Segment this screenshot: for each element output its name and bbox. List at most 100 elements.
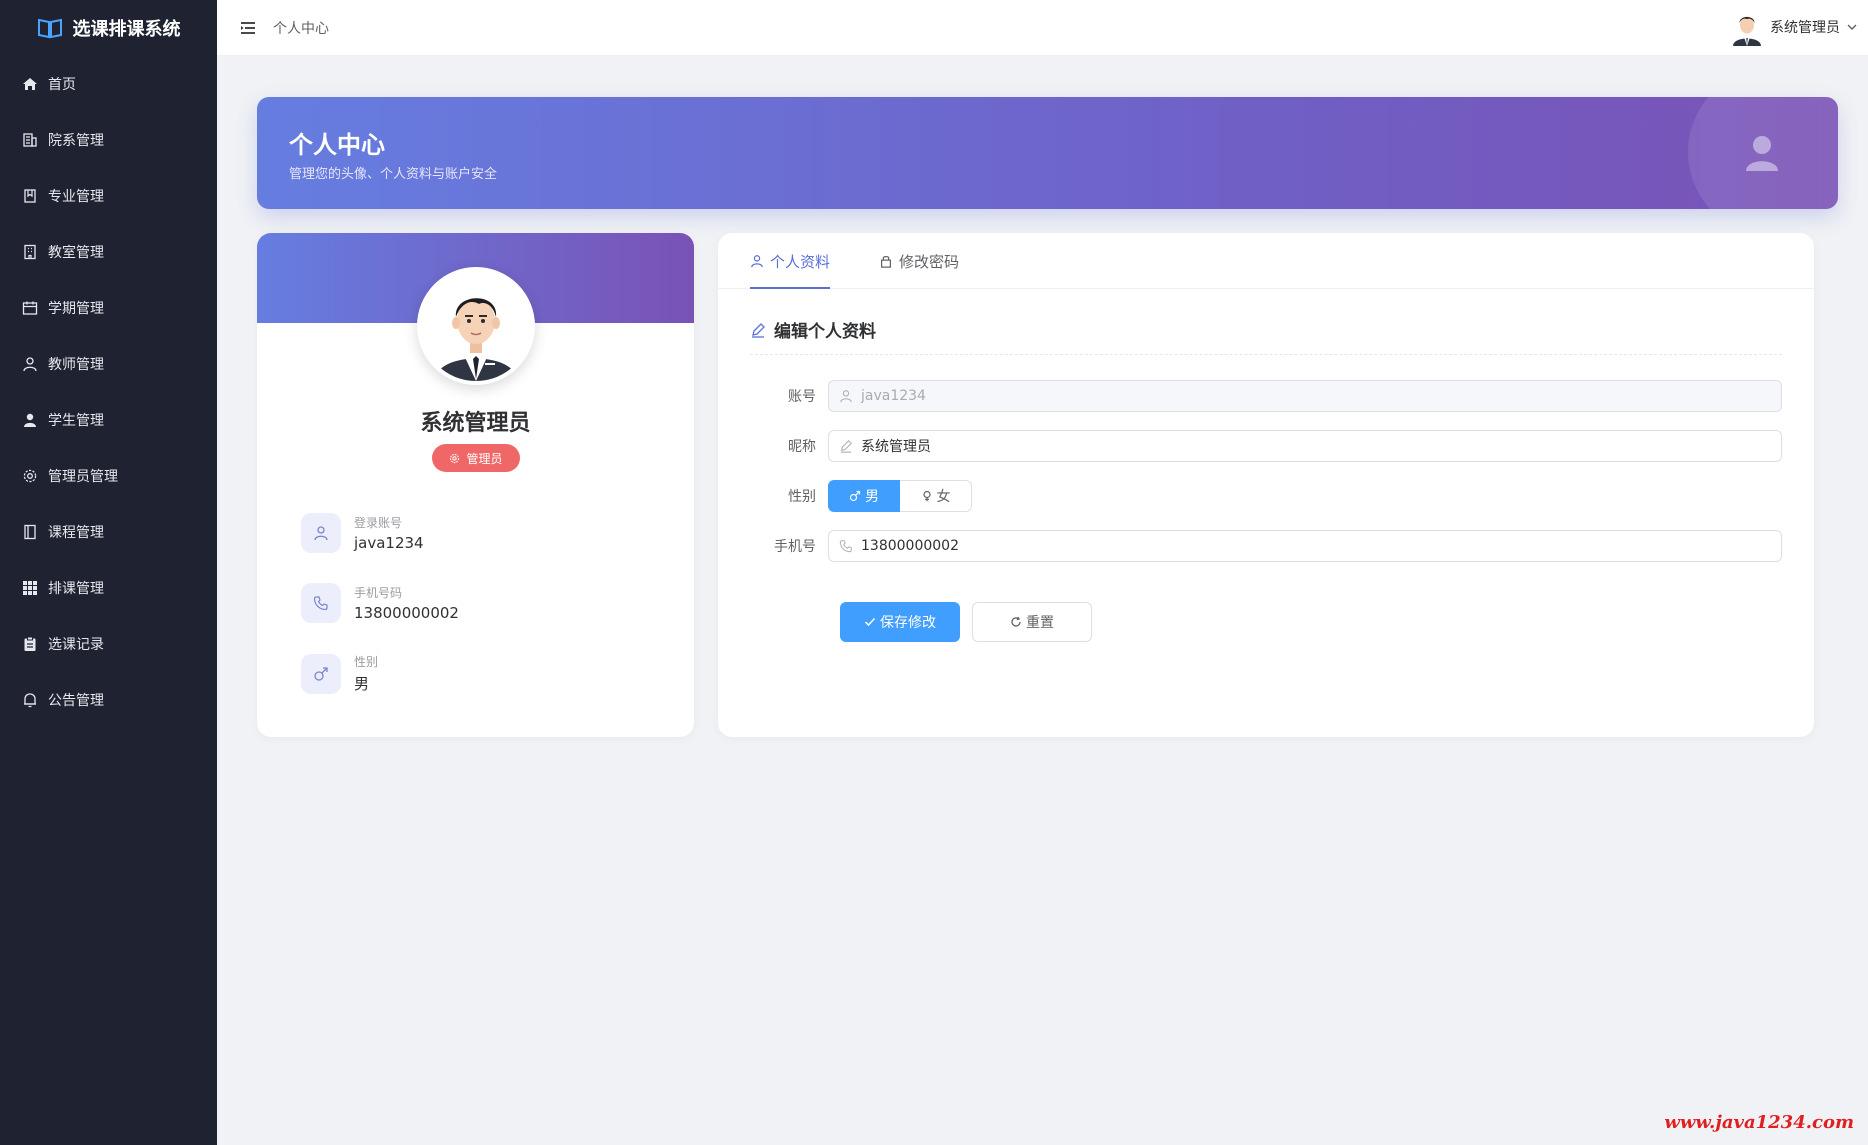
male-icon (849, 490, 861, 502)
profile-card: 系统管理员 管理员 登录账号 java1234 手机号码 13800000002 (257, 233, 694, 737)
gender-label: 性别 (788, 489, 816, 505)
bookmark-icon (24, 189, 36, 203)
sidebar-item-label: 首页 (48, 77, 76, 93)
profile-form-card: 个人资料 修改密码 编辑个人资料 账号 java1234 昵称 系统管理员 性别… (718, 233, 1814, 737)
page-banner: 个人中心 管理您的头像、个人资料与账户安全 (257, 97, 1838, 209)
user-outline-icon (23, 357, 37, 372)
sidebar-item-label: 学期管理 (48, 301, 104, 317)
sidebar-item-label: 管理员管理 (48, 469, 118, 485)
user-dropdown[interactable]: 系统管理员 (1730, 8, 1858, 46)
user-icon (751, 255, 763, 268)
sidebar-item-majors[interactable]: 专业管理 (0, 168, 217, 224)
info-label: 性别 (354, 655, 379, 669)
tabs: 个人资料 修改密码 (718, 233, 1814, 289)
nickname-field[interactable]: 系统管理员 (828, 430, 1782, 462)
section-divider (750, 354, 1782, 355)
form-row-account: 账号 java1234 (750, 380, 1782, 412)
sidebar-item-announcements[interactable]: 公告管理 (0, 672, 217, 728)
sidebar-item-label: 公告管理 (48, 693, 104, 709)
profile-avatar[interactable] (417, 267, 535, 385)
sidebar-item-label: 教师管理 (48, 357, 104, 373)
user-name: 系统管理员 (1770, 20, 1840, 36)
sidebar-item-teachers[interactable]: 教师管理 (0, 336, 217, 392)
info-label: 登录账号 (354, 516, 403, 530)
sidebar-item-admins[interactable]: 管理员管理 (0, 448, 217, 504)
app-logo[interactable]: 选课排课系统 (0, 0, 217, 56)
home-icon (23, 78, 37, 90)
top-header: 个人中心 系统管理员 (217, 0, 1868, 56)
sidebar-item-label: 院系管理 (48, 133, 104, 149)
form-row-phone: 手机号 13800000002 (750, 530, 1782, 562)
refresh-icon (1011, 616, 1021, 627)
sidebar-item-label: 学生管理 (48, 413, 104, 429)
info-icon-box (301, 513, 341, 553)
reset-button-label: 重置 (1026, 615, 1054, 631)
check-icon (864, 617, 876, 627)
watermark: www.java1234.com (1664, 1112, 1854, 1133)
sidebar-item-label: 选课记录 (48, 637, 104, 653)
sidebar-item-scheduling[interactable]: 排课管理 (0, 560, 217, 616)
sidebar-item-label: 教室管理 (48, 245, 104, 261)
gear-icon (23, 469, 37, 483)
user-icon (840, 390, 852, 403)
info-value: 13800000002 (354, 604, 459, 622)
sidebar-item-label: 排课管理 (48, 581, 104, 597)
app-root: 选课排课系统 首页 院系管理 专业管理 教室管理 学期管理 教师管理 学生管理 … (0, 0, 1868, 1145)
user-filled-icon (24, 413, 36, 427)
lock-icon (881, 256, 891, 268)
gear-icon (450, 453, 460, 463)
sidebar-item-home[interactable]: 首页 (0, 56, 217, 112)
gender-male-label: 男 (865, 489, 879, 505)
male-icon (314, 666, 328, 681)
building-icon (23, 133, 37, 147)
account-value: java1234 (861, 388, 926, 404)
calendar-icon (22, 301, 38, 315)
sidebar-item-courses[interactable]: 课程管理 (0, 504, 217, 560)
sidebar-menu: 首页 院系管理 专业管理 教室管理 学期管理 教师管理 学生管理 管理员管理 课… (0, 56, 217, 728)
notebook-icon (24, 524, 36, 540)
form-row-nickname: 昵称 系统管理员 (750, 430, 1782, 462)
chevron-down-icon (1847, 24, 1857, 30)
avatar (1730, 8, 1764, 46)
info-label: 手机号码 (354, 586, 403, 600)
phone-icon (313, 596, 328, 611)
app-title: 选课排课系统 (72, 19, 181, 40)
profile-name: 系统管理员 (420, 411, 531, 436)
phone-value: 13800000002 (861, 538, 959, 554)
office-icon (24, 244, 36, 260)
phone-field[interactable]: 13800000002 (828, 530, 1782, 562)
sidebar-item-enrollments[interactable]: 选课记录 (0, 616, 217, 672)
info-icon-box (301, 653, 341, 694)
nickname-value: 系统管理员 (861, 439, 931, 455)
save-button-label: 保存修改 (880, 615, 936, 631)
nickname-label: 昵称 (788, 439, 816, 455)
banner-subtitle: 管理您的头像、个人资料与账户安全 (289, 167, 498, 182)
breadcrumb[interactable]: 个人中心 (273, 18, 329, 38)
phone-label: 手机号 (774, 539, 816, 555)
account-label: 账号 (788, 389, 816, 405)
save-button[interactable]: 保存修改 (840, 602, 960, 642)
gender-female-label: 女 (936, 489, 951, 505)
gender-female-option[interactable]: 女 (900, 480, 972, 512)
info-icon-box (301, 583, 341, 623)
reset-button[interactable]: 重置 (972, 602, 1092, 642)
female-icon (922, 490, 931, 502)
menu-fold-icon[interactable] (239, 19, 257, 37)
edit-icon (752, 322, 765, 338)
tab-profile[interactable]: 个人资料 (750, 251, 831, 289)
book-icon (37, 18, 62, 39)
sidebar-item-students[interactable]: 学生管理 (0, 392, 217, 448)
banner-title: 个人中心 (289, 131, 385, 159)
sidebar-item-semesters[interactable]: 学期管理 (0, 280, 217, 336)
sidebar-item-label: 课程管理 (48, 525, 104, 541)
role-badge-label: 管理员 (466, 451, 503, 466)
tab-change-password[interactable]: 修改密码 (879, 251, 959, 289)
user-icon (314, 526, 328, 541)
sidebar-item-classrooms[interactable]: 教室管理 (0, 224, 217, 280)
info-row-phone: 手机号码 13800000002 (301, 583, 459, 623)
sidebar-item-departments[interactable]: 院系管理 (0, 112, 217, 168)
clipboard-icon (24, 636, 36, 651)
tab-label: 个人资料 (770, 253, 831, 271)
grid-icon (23, 581, 37, 595)
gender-male-option[interactable]: 男 (828, 480, 900, 512)
